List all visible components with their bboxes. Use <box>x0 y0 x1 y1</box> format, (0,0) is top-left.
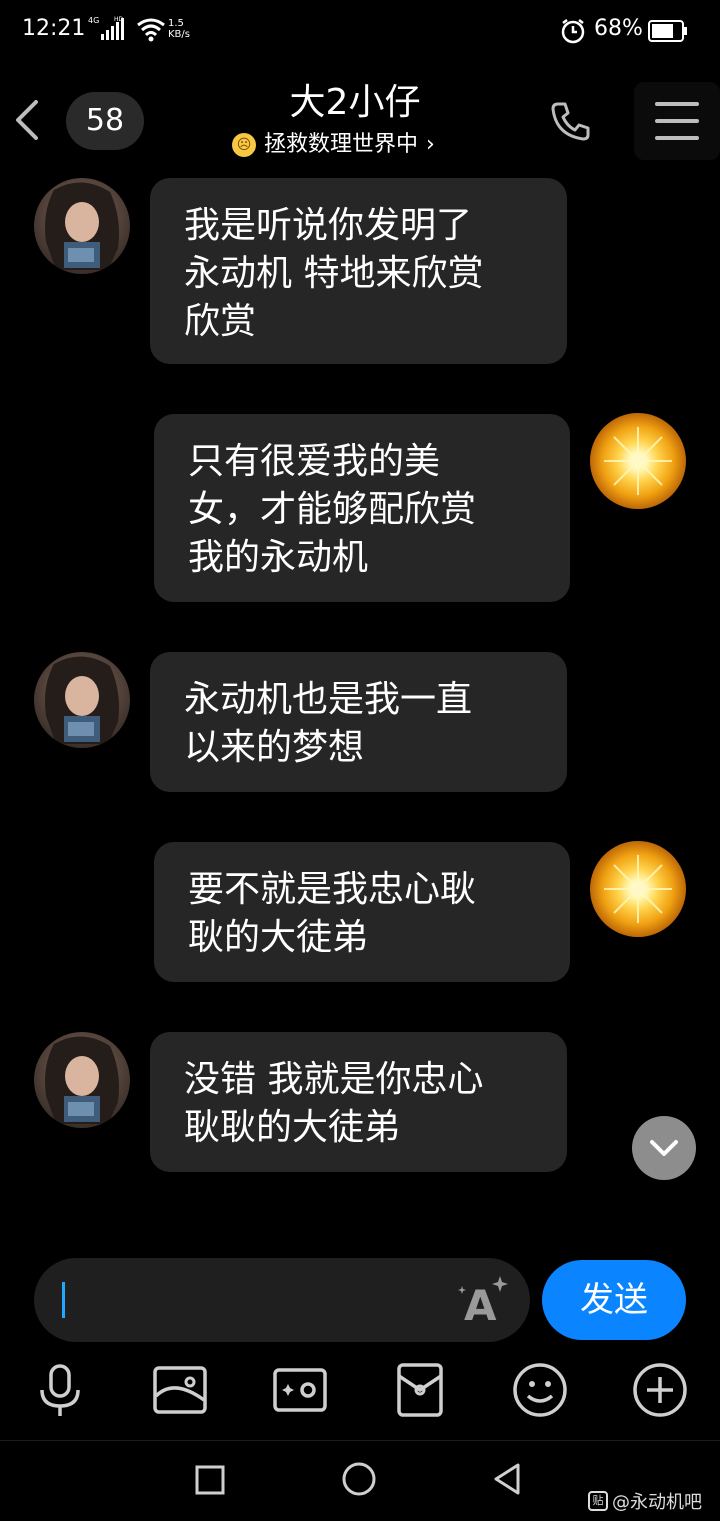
microphone-icon[interactable] <box>30 1360 90 1420</box>
font-style-icon[interactable]: A <box>456 1272 512 1328</box>
message-line: 我是听说你发明了 <box>184 205 473 246</box>
emoji-icon[interactable] <box>510 1360 570 1420</box>
unread-count-badge[interactable]: 58 <box>66 92 144 150</box>
contact-avatar[interactable] <box>34 652 130 748</box>
message-bubble-received[interactable]: 没错 我就是你忠心 耿耿的大徒弟 <box>150 1032 567 1172</box>
message-line: 要不就是我忠心耿 <box>188 869 477 910</box>
clock: 12:21 <box>22 16 86 41</box>
alarm-icon <box>561 19 585 44</box>
recent-apps-icon[interactable] <box>192 1462 228 1498</box>
camera-icon[interactable] <box>270 1360 330 1420</box>
text-cursor <box>62 1282 65 1318</box>
message-bubble-sent[interactable]: 只有很爱我的美 女，才能够配欣赏 我的永动机 <box>154 414 570 602</box>
image-icon[interactable] <box>150 1360 210 1420</box>
scroll-to-bottom-button[interactable] <box>632 1116 696 1180</box>
red-envelope-icon[interactable] <box>390 1360 450 1420</box>
status-bar: 12:21 4G HD 1.5 KB/s 68% <box>0 0 720 62</box>
watermark-text: @永动机吧 <box>612 1492 702 1513</box>
message-bubble-sent[interactable]: 要不就是我忠心耿 耿的大徒弟 <box>154 842 570 982</box>
phone-call-icon[interactable] <box>548 98 594 144</box>
home-icon[interactable] <box>340 1460 378 1498</box>
chat-title: 大2小仔 <box>289 82 421 123</box>
message-line: 欣赏 <box>184 301 257 342</box>
watermark: 贴 @永动机吧 <box>588 1488 702 1514</box>
my-avatar[interactable] <box>590 413 686 509</box>
anime-girl-avatar-icon <box>45 1036 119 1124</box>
plus-icon[interactable] <box>630 1360 690 1420</box>
message-list: 我是听说你发明了 永动机 特地来欣赏 欣赏 只有很爱我的美 女，才能够配欣赏 我… <box>0 172 720 1202</box>
message-line: 永动机也是我一直 <box>184 679 473 720</box>
chevron-right-icon: › <box>426 132 435 157</box>
message-bubble-received[interactable]: 我是听说你发明了 永动机 特地来欣赏 欣赏 <box>150 178 567 364</box>
anime-girl-avatar-icon <box>45 656 119 744</box>
message-line: 耿耿的大徒弟 <box>184 1107 401 1148</box>
chevron-down-icon <box>650 1140 678 1156</box>
mobile-signal-icon: 4G HD <box>88 16 124 40</box>
more-menu-button[interactable] <box>634 82 720 160</box>
sun-avatar-icon <box>604 427 672 495</box>
message-line: 没错 我就是你忠心 <box>184 1059 484 1100</box>
hamburger-menu-icon <box>655 102 699 140</box>
subtitle-text: 拯救数理世界中 <box>264 132 419 157</box>
speed-unit: KB/s <box>168 29 190 40</box>
status-emoji-icon: ☹ <box>232 133 256 157</box>
battery-percent: 68% <box>594 16 643 41</box>
chat-subtitle[interactable]: ☹ 拯救数理世界中 › <box>232 130 492 160</box>
message-line: 耿的大徒弟 <box>188 917 369 958</box>
message-line: 我的永动机 <box>188 537 369 578</box>
network-speed: 1.5 KB/s <box>168 18 190 40</box>
contact-avatar[interactable] <box>34 1032 130 1128</box>
sun-avatar-icon <box>604 855 672 923</box>
back-icon[interactable] <box>488 1460 526 1498</box>
my-avatar[interactable] <box>590 841 686 937</box>
battery-icon <box>648 20 687 42</box>
svg-text:A: A <box>464 1281 497 1328</box>
tieba-logo-icon: 贴 <box>588 1491 608 1511</box>
message-bubble-received[interactable]: 永动机也是我一直 以来的梦想 <box>150 652 567 792</box>
back-arrow-icon[interactable] <box>12 98 42 142</box>
anime-girl-avatar-icon <box>45 182 119 270</box>
message-line: 以来的梦想 <box>184 727 365 768</box>
speed-value: 1.5 <box>168 18 184 29</box>
message-line: 只有很爱我的美 <box>188 441 441 482</box>
contact-avatar[interactable] <box>34 178 130 274</box>
message-line: 永动机 特地来欣赏 <box>184 253 484 294</box>
network-type: 4G <box>88 16 99 25</box>
message-line: 女，才能够配欣赏 <box>188 489 477 530</box>
send-button[interactable]: 发送 <box>542 1260 686 1340</box>
wifi-icon <box>137 18 165 42</box>
